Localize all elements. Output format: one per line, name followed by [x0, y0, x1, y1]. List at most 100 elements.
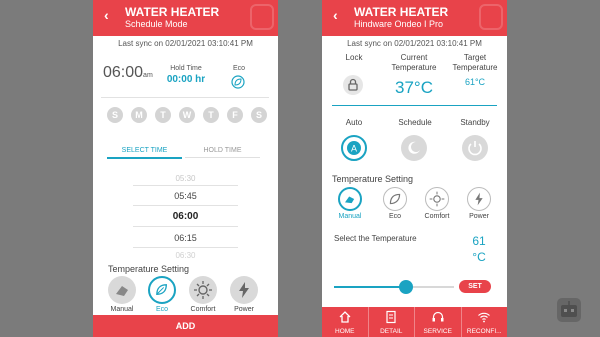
moon-icon	[408, 141, 420, 154]
manual-icon	[116, 286, 128, 296]
target-temperature-value: 61°C	[464, 77, 486, 87]
mode-label: Comfort	[424, 213, 450, 220]
header-subtitle: Hindware Ondeo I Pro	[354, 19, 444, 29]
tab-select-time[interactable]: SELECT TIME	[107, 147, 182, 154]
header-subtitle: Schedule Mode	[125, 19, 188, 29]
mode-label: Power	[234, 306, 254, 313]
home-icon	[339, 311, 351, 323]
nav-reconfigure[interactable]: RECONFI...	[462, 307, 508, 337]
bottom-nav: HOME DETAIL SERVICE RECONFI...	[322, 307, 507, 337]
nav-service[interactable]: SERVICE	[415, 307, 462, 337]
day-fri[interactable]: F	[227, 107, 243, 123]
day-sun[interactable]: S	[107, 107, 123, 123]
nav-home[interactable]: HOME	[322, 307, 369, 337]
bolt-icon	[239, 282, 249, 298]
divider	[133, 185, 238, 186]
app-header: ‹ WATER HEATER Hindware Ondeo I Pro	[322, 0, 507, 36]
bolt-icon	[475, 192, 483, 206]
op-mode-label: Auto	[345, 118, 363, 127]
sun-icon	[194, 281, 212, 299]
leaf-icon	[156, 284, 167, 295]
svg-text:A: A	[351, 144, 357, 154]
last-sync-text: Last sync on 02/01/2021 03:10:41 PM	[118, 39, 253, 48]
time-display[interactable]: 06:00am	[103, 64, 163, 82]
power-mode-button[interactable]	[230, 276, 258, 304]
temperature-setting-label: Temperature Setting	[108, 264, 190, 274]
lock-label: Lock	[345, 53, 363, 62]
power-mode-button[interactable]	[467, 187, 491, 211]
eco-mode-button[interactable]	[148, 276, 176, 304]
slider-fill	[334, 286, 406, 288]
headset-icon	[432, 311, 444, 322]
nav-label: RECONFI...	[466, 328, 502, 335]
op-mode-label: Schedule	[398, 118, 432, 127]
tab-divider	[185, 157, 260, 158]
temperature-setting-label: Temperature Setting	[332, 174, 414, 184]
leaf-icon	[389, 193, 401, 205]
header-decoration	[250, 4, 274, 30]
picker-item[interactable]: 06:15	[93, 233, 278, 243]
manual-icon	[345, 196, 355, 204]
add-button[interactable]: ADD	[93, 315, 278, 337]
header-decoration	[479, 4, 503, 30]
manual-mode-button[interactable]	[108, 276, 136, 304]
picker-item[interactable]: 05:30	[93, 174, 278, 183]
schedule-mode-button[interactable]	[401, 135, 427, 161]
eco-mode-button[interactable]	[383, 187, 407, 211]
select-temperature-value: 61	[472, 234, 486, 248]
mode-label: Manual	[338, 213, 362, 220]
document-icon	[386, 310, 396, 324]
mode-label: Power	[469, 213, 489, 220]
current-label-line1: Current	[400, 53, 428, 62]
day-selector: S M T W T F S	[107, 107, 267, 123]
detail-screen: ‹ WATER HEATER Hindware Ondeo I Pro Last…	[322, 0, 507, 337]
back-arrow-icon[interactable]: ‹	[333, 7, 338, 23]
set-button[interactable]: SET	[459, 280, 491, 293]
header-title: WATER HEATER	[354, 5, 449, 19]
current-label-line2: Temperature	[391, 63, 437, 72]
comfort-mode-button[interactable]	[425, 187, 449, 211]
slider-thumb[interactable]	[399, 280, 413, 294]
manual-mode-button[interactable]	[338, 187, 362, 211]
nav-label: SERVICE	[423, 328, 452, 335]
eco-label: Eco	[232, 65, 246, 72]
day-mon[interactable]: M	[131, 107, 147, 123]
leaf-icon[interactable]	[231, 75, 245, 89]
picker-item-selected[interactable]: 06:00	[93, 211, 278, 222]
wifi-icon	[478, 312, 491, 323]
temperature-slider[interactable]	[334, 280, 454, 294]
nav-label: HOME	[335, 328, 355, 335]
mode-label: Eco	[155, 306, 169, 313]
day-tue[interactable]: T	[155, 107, 171, 123]
standby-mode-button[interactable]	[462, 135, 488, 161]
lock-button[interactable]	[343, 75, 363, 95]
comfort-mode-button[interactable]	[189, 276, 217, 304]
target-label-line1: Target	[463, 53, 487, 62]
mode-label: Manual	[110, 306, 134, 313]
current-temperature-value: 37°C	[395, 78, 433, 97]
select-temperature-unit: °C	[472, 250, 486, 264]
auto-icon: A	[347, 141, 361, 155]
day-wed[interactable]: W	[179, 107, 195, 123]
divider	[133, 205, 238, 206]
divider	[133, 226, 238, 227]
tab-hold-time[interactable]: HOLD TIME	[185, 147, 260, 154]
divider	[133, 247, 238, 248]
day-thu[interactable]: T	[203, 107, 219, 123]
divider	[101, 97, 269, 98]
auto-mode-button[interactable]: A	[341, 135, 367, 161]
last-sync-text: Last sync on 02/01/2021 03:10:41 PM	[347, 39, 482, 48]
day-sat[interactable]: S	[251, 107, 267, 123]
back-arrow-icon[interactable]: ‹	[104, 7, 109, 23]
divider	[332, 105, 497, 106]
app-header: ‹ WATER HEATER Schedule Mode	[93, 0, 278, 36]
picker-item[interactable]: 05:45	[93, 191, 278, 201]
power-icon	[468, 141, 482, 156]
nav-detail[interactable]: DETAIL	[369, 307, 415, 337]
time-value: 06:00	[103, 64, 144, 81]
picker-item[interactable]: 06:30	[93, 251, 278, 259]
header-title: WATER HEATER	[125, 5, 220, 19]
time-suffix: am	[143, 72, 153, 79]
schedule-screen: ‹ WATER HEATER Schedule Mode Last sync o…	[93, 0, 278, 337]
select-temperature-label: Select the Temperature	[334, 234, 417, 243]
